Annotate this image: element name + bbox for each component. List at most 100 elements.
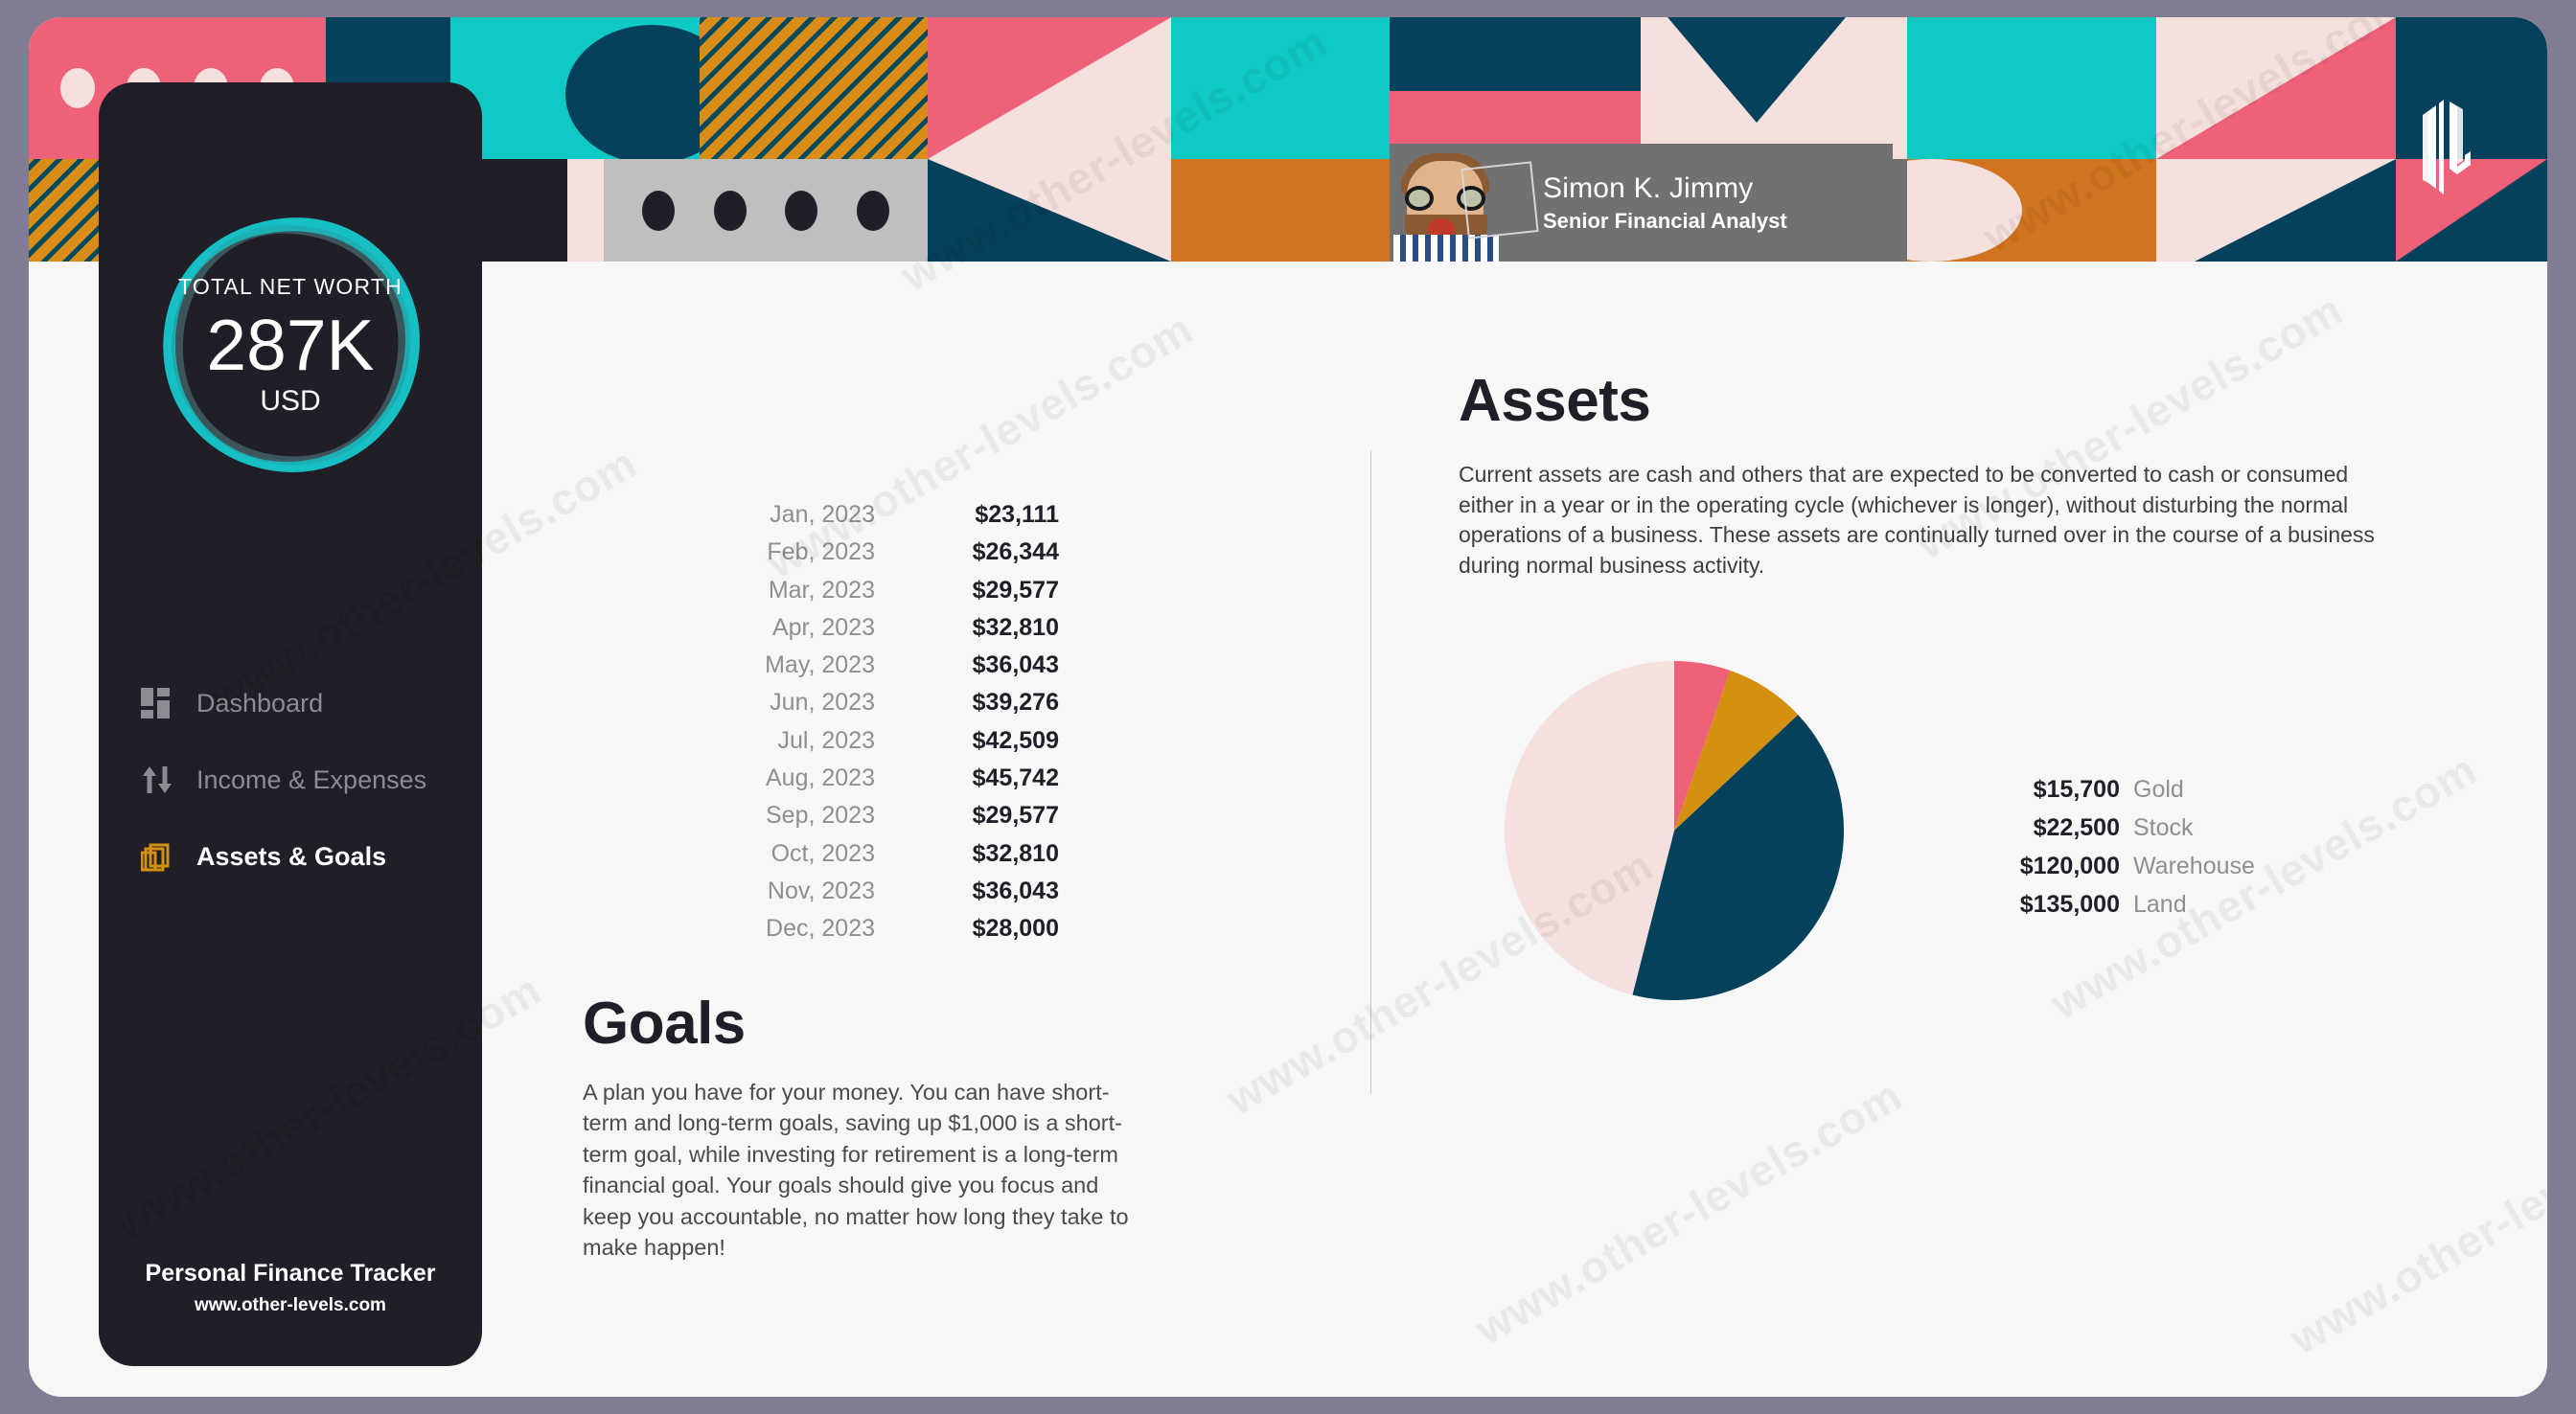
pattern-dot	[713, 190, 747, 231]
pattern-blush-block	[1873, 17, 1907, 159]
month-value: $32,810	[972, 839, 1059, 867]
pattern-chevron-down	[1641, 17, 1873, 159]
month-value: $28,000	[972, 915, 1059, 943]
sidebar-item-label: Assets & Goals	[196, 841, 387, 871]
app-window: Simon K. Jimmy Senior Financial Analyst …	[29, 17, 2547, 1397]
net-worth-currency: USD	[260, 384, 321, 417]
legend-value: $15,700	[2033, 776, 2120, 803]
table-row: Dec, 2023 $28,000	[690, 915, 1064, 952]
pie-chart-legend: $15,700 Gold $22,500 Stock $120,000 Warehou…	[1955, 776, 2255, 929]
sidebar-item-label: Income & Expenses	[196, 764, 427, 794]
net-worth-widget: TOTAL NET WORTH 287K USD	[126, 199, 455, 506]
sidebar-item-income-expenses[interactable]: Income & Expenses	[99, 741, 482, 818]
month-label: Jul, 2023	[777, 726, 875, 754]
pattern-pink-triangle	[928, 17, 1171, 159]
legend-item: $120,000 Warehouse	[1955, 853, 2255, 891]
legend-label: Land	[2133, 891, 2187, 918]
monthly-values-table: Jan, 2023 $23,111 Feb, 2023 $26,344 Mar, 2…	[690, 501, 1064, 953]
user-profile-banner[interactable]: Simon K. Jimmy Senior Financial Analyst	[1390, 144, 1893, 262]
pattern-dot	[785, 190, 818, 231]
pie-chart-svg	[1505, 661, 1844, 1000]
month-label: Dec, 2023	[766, 915, 875, 943]
net-worth-value: 287K	[206, 305, 375, 385]
month-label: Jun, 2023	[770, 689, 875, 717]
goals-body: A plan you have for your money. You can …	[583, 1080, 1129, 1261]
profile-name: Simon K. Jimmy	[1543, 171, 1754, 204]
watermark: www.other-levels.com	[2281, 1079, 2547, 1364]
ol-logo-icon	[2423, 100, 2471, 194]
assets-section: Assets Current assets are cash and other…	[1459, 372, 2417, 582]
sidebar-item-assets-goals[interactable]: Assets & Goals	[99, 818, 482, 895]
table-row: Apr, 2023 $32,810	[690, 614, 1064, 651]
month-label: Feb, 2023	[767, 538, 875, 566]
pattern-pink-triangle	[2156, 17, 2396, 159]
net-worth-label: TOTAL NET WORTH	[178, 274, 402, 299]
pattern-dot	[642, 190, 676, 231]
assets-title: Assets	[1459, 368, 1651, 434]
pattern-gray-dots	[604, 159, 928, 262]
arrows-up-down-icon	[141, 764, 183, 795]
month-value: $45,742	[972, 764, 1059, 792]
month-value: $36,043	[972, 651, 1059, 679]
table-row: Jul, 2023 $42,509	[690, 727, 1064, 764]
pattern-teal-block	[1390, 17, 1641, 91]
legend-label: Warehouse	[2133, 853, 2255, 879]
legend-item: $22,500 Stock	[1955, 814, 2255, 853]
pattern-cyan-block	[1171, 17, 1390, 159]
table-row: Oct, 2023 $32,810	[690, 840, 1064, 878]
month-value: $29,577	[972, 802, 1059, 830]
table-row: Mar, 2023 $29,577	[690, 577, 1064, 614]
month-value: $26,344	[972, 538, 1059, 566]
legend-value: $22,500	[2033, 814, 2120, 841]
table-row: Aug, 2023 $45,742	[690, 764, 1064, 802]
month-value: $39,276	[972, 689, 1059, 717]
legend-value: $120,000	[2019, 853, 2120, 879]
month-label: Aug, 2023	[766, 764, 875, 792]
pattern-stripes	[29, 159, 105, 262]
pattern-blush-block	[567, 159, 604, 262]
month-label: Mar, 2023	[768, 576, 875, 604]
month-label: Oct, 2023	[770, 839, 875, 867]
assets-body: Current assets are cash and others that …	[1459, 462, 2375, 579]
goals-title: Goals	[583, 991, 746, 1057]
table-row: Feb, 2023 $26,344	[690, 538, 1064, 576]
month-value: $23,111	[975, 501, 1059, 528]
brand-name: Personal Finance Tracker	[145, 1260, 436, 1287]
sidebar-nav: Dashboard Income & Expenses Assets & Goa…	[99, 665, 482, 895]
brand-url: www.other-levels.com	[195, 1295, 386, 1315]
pattern-teal-triangle	[2156, 159, 2396, 262]
month-label: Jan, 2023	[770, 501, 875, 528]
table-row: Sep, 2023 $29,577	[690, 802, 1064, 839]
pattern-cyan-block	[1907, 17, 2156, 159]
legend-item: $135,000 Land	[1955, 891, 2255, 929]
pattern-teal-triangle	[928, 159, 1171, 262]
sidebar-footer-brand: Personal Finance Tracker www.other-level…	[99, 1260, 482, 1316]
pattern-stripes	[700, 17, 928, 159]
month-value: $32,810	[972, 613, 1059, 641]
table-row: May, 2023 $36,043	[690, 651, 1064, 689]
month-label: May, 2023	[765, 651, 875, 679]
month-value: $29,577	[972, 576, 1059, 604]
legend-value: $135,000	[2019, 891, 2120, 918]
legend-label: Gold	[2133, 776, 2184, 803]
goals-section: Goals A plan you have for your money. Yo…	[583, 994, 1138, 1264]
sidebar: TOTAL NET WORTH 287K USD Dashboard Incom…	[99, 82, 482, 1366]
month-value: $42,509	[972, 726, 1059, 754]
table-row: Jun, 2023 $39,276	[690, 689, 1064, 726]
table-row: Nov, 2023 $36,043	[690, 878, 1064, 915]
assets-pie-chart: $15,700 Gold $22,500 Stock $120,000 Warehou…	[1505, 661, 2425, 1006]
month-label: Nov, 2023	[767, 877, 875, 904]
profile-role: Senior Financial Analyst	[1543, 208, 1787, 233]
pattern-orange-block	[1171, 159, 1390, 262]
pattern-dot	[60, 68, 96, 108]
layers-stack-icon	[141, 840, 183, 873]
month-label: Sep, 2023	[766, 802, 875, 830]
pattern-dot	[856, 190, 889, 231]
legend-label: Stock	[2133, 814, 2194, 841]
table-row: Jan, 2023 $23,111	[690, 501, 1064, 538]
sidebar-item-dashboard[interactable]: Dashboard	[99, 665, 482, 741]
watermark: www.other-levels.com	[1466, 1069, 1911, 1355]
month-value: $36,043	[972, 877, 1059, 904]
decorative-square-outline	[1460, 161, 1539, 239]
dashboard-grid-icon	[141, 688, 183, 718]
